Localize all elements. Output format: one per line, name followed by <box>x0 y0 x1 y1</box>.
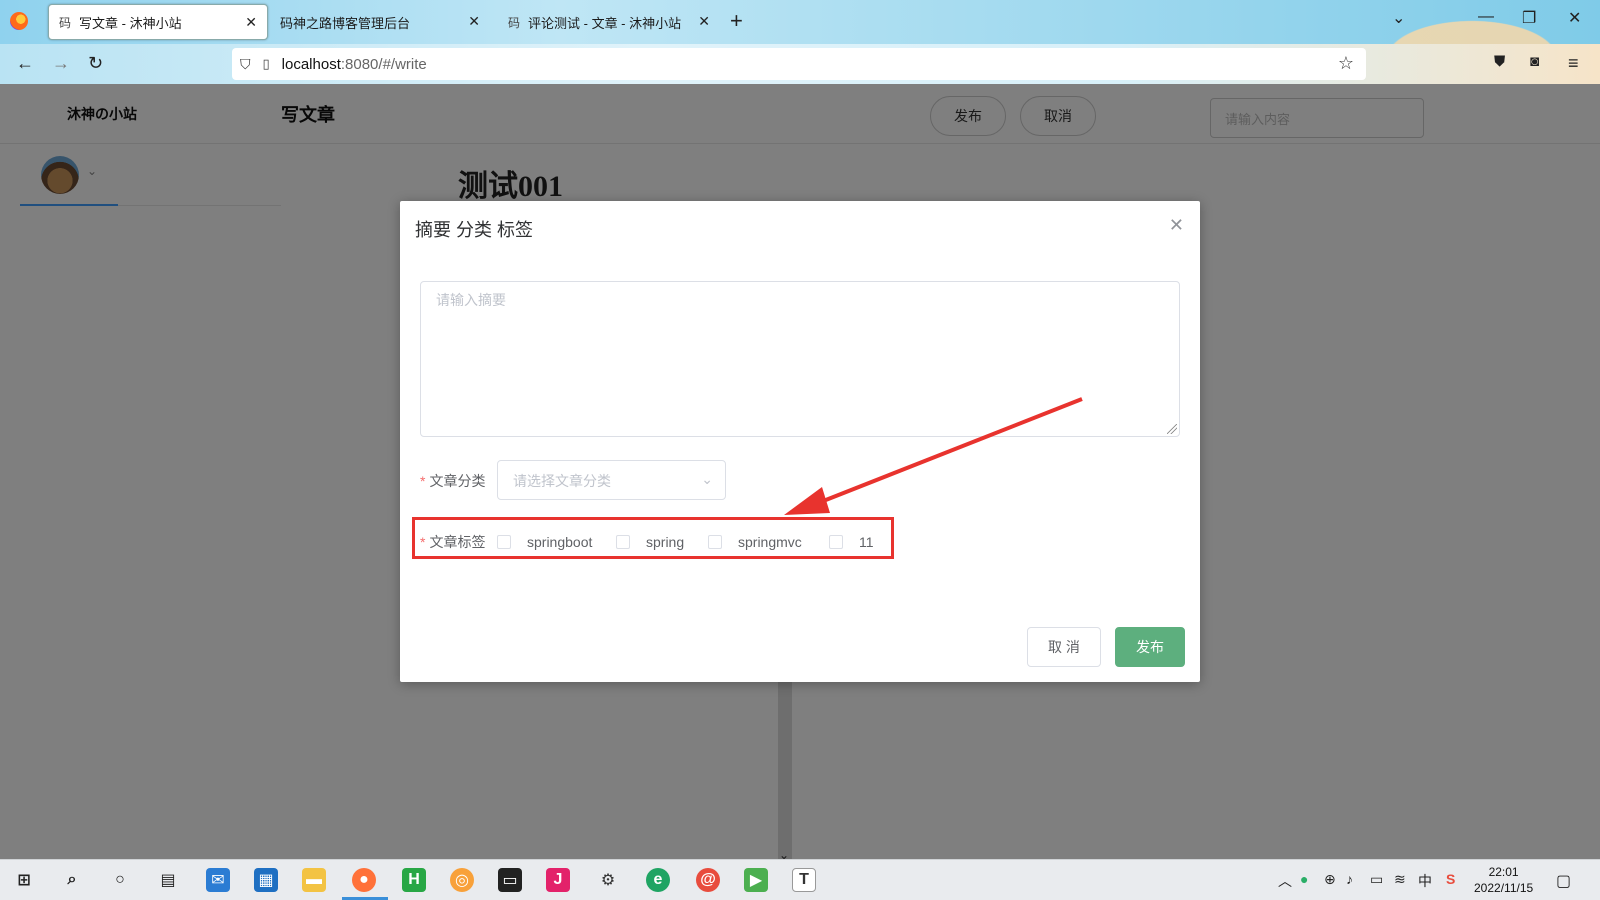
annotation-arrow-icon <box>784 397 1083 515</box>
tag-checkbox-spring[interactable]: spring <box>616 534 684 550</box>
task-view-icon[interactable]: ▤ <box>156 868 180 892</box>
hbuilder-icon[interactable]: H <box>402 868 426 892</box>
close-icon[interactable]: ✕ <box>245 14 257 31</box>
tab-label: 码神之路博客管理后台 <box>280 15 411 31</box>
window-close-icon[interactable]: ✕ <box>1568 8 1581 28</box>
firefox-logo-icon[interactable] <box>10 12 28 30</box>
video-app-icon[interactable]: ▶ <box>744 868 768 892</box>
ime-indicator[interactable]: 中 <box>1418 871 1432 891</box>
tab-favicon-icon: 码 <box>59 15 72 30</box>
terminal-icon[interactable]: ▭ <box>498 868 522 892</box>
intellij-icon[interactable]: J <box>546 868 570 892</box>
tag-label: springboot <box>527 534 593 550</box>
tag-checkbox-springmvc[interactable]: springmvc <box>708 534 802 550</box>
tag-checkbox-springboot[interactable]: springboot <box>497 534 592 550</box>
tag-label: springmvc <box>738 534 802 550</box>
wifi-icon[interactable]: ≋ <box>1394 871 1406 888</box>
tray-chevron-up-icon[interactable]: ︿ <box>1278 871 1292 891</box>
mail-icon[interactable]: ✉ <box>206 868 230 892</box>
forward-arrow-icon[interactable]: → <box>52 53 70 74</box>
arrow-shaft <box>807 397 1083 509</box>
close-icon[interactable]: ✕ <box>698 13 710 30</box>
url-host: localhost <box>281 55 341 73</box>
battery-icon[interactable]: ▭ <box>1370 871 1383 888</box>
restore-icon[interactable]: ❐ <box>1522 8 1536 28</box>
category-select[interactable]: 请选择文章分类 ⌄ <box>497 460 726 500</box>
category-label: * 文章分类 <box>420 471 485 491</box>
menu-hamburger-icon[interactable]: ≡ <box>1568 53 1579 74</box>
minimize-icon[interactable]: — <box>1478 8 1494 26</box>
resize-handle-icon[interactable] <box>1167 424 1177 434</box>
checkbox[interactable] <box>497 535 511 549</box>
checkbox[interactable] <box>708 535 722 549</box>
back-arrow-icon[interactable]: ← <box>16 53 34 74</box>
tags-label: * 文章标签 <box>420 532 485 552</box>
checkbox[interactable] <box>829 535 843 549</box>
required-asterisk: * <box>420 534 426 550</box>
tab-label: 写文章 - 沐神小站 <box>79 15 182 31</box>
tag-checkbox-11[interactable]: 11 <box>829 534 874 550</box>
notification-icon[interactable]: ▢ <box>1556 871 1571 891</box>
browser-nav-bar: ← → ↻ ⛉ ▯ localhost :8080/#/write ☆ ⛊ ◙ … <box>0 44 1600 84</box>
clock-date: 2022/11/15 <box>1474 881 1534 895</box>
arrow-head <box>784 487 830 515</box>
firefox-icon[interactable]: ● <box>352 868 376 892</box>
network-globe-icon[interactable]: ⊕ <box>1324 871 1336 888</box>
required-asterisk: * <box>420 473 426 489</box>
address-bar[interactable]: ⛉ ▯ localhost :8080/#/write ☆ <box>232 48 1366 80</box>
close-icon[interactable]: ✕ <box>1169 215 1184 236</box>
file-explorer-icon[interactable]: ▬ <box>302 868 326 892</box>
tab-admin-backend[interactable]: 码神之路博客管理后台 ✕ <box>270 4 490 40</box>
chrome-icon[interactable]: e <box>646 868 670 892</box>
wechat-icon[interactable]: ● <box>1300 871 1308 887</box>
shield-icon[interactable]: ⛉ <box>240 56 251 73</box>
chevron-down-icon: ⌄ <box>701 471 713 487</box>
tag-label: 11 <box>859 534 874 550</box>
tab-favicon-icon: 码 <box>508 15 521 30</box>
tab-label: 评论测试 - 文章 - 沐神小站 <box>528 15 682 31</box>
tab-comment-test[interactable]: 码 评论测试 - 文章 - 沐神小站 ✕ <box>498 4 720 40</box>
store-icon[interactable]: ▦ <box>254 868 278 892</box>
new-tab-plus-icon[interactable]: + <box>730 8 743 34</box>
volume-icon[interactable]: ♪ <box>1346 871 1353 887</box>
bookmark-star-icon[interactable]: ☆ <box>1338 53 1354 74</box>
tab-write-article[interactable]: 码 写文章 - 沐神小站 ✕ <box>48 4 268 40</box>
category-placeholder: 请选择文章分类 <box>513 473 611 489</box>
reload-icon[interactable]: ↻ <box>88 53 103 74</box>
system-clock[interactable]: 22:01 2022/11/15 <box>1474 864 1533 896</box>
summary-placeholder: 请输入摘要 <box>436 292 506 308</box>
clock-time: 22:01 <box>1488 865 1519 879</box>
windows-start-icon[interactable]: ⊞ <box>12 868 36 892</box>
tab-list-chevron-icon[interactable]: ⌄ <box>1392 8 1405 28</box>
settings-gear-icon[interactable]: ⚙ <box>596 868 620 892</box>
color-picker-icon[interactable]: ◎ <box>450 868 474 892</box>
cortana-icon[interactable]: ○ <box>108 868 132 892</box>
tag-label: spring <box>646 534 685 550</box>
dialog-publish-button[interactable]: 发布 <box>1115 627 1185 667</box>
close-icon[interactable]: ✕ <box>468 13 480 30</box>
typora-icon[interactable]: T <box>792 868 816 892</box>
dialog-cancel-button[interactable]: 取 消 <box>1027 627 1101 667</box>
checkbox[interactable] <box>616 535 630 549</box>
pocket-icon[interactable]: ⛊ <box>1494 53 1505 70</box>
category-label-text: 文章分类 <box>429 473 486 489</box>
windows-taskbar: ⊞ ⌕ ○ ▤ ✉ ▦ ▬ ● H ◎ ▭ J ⚙ e @ ▶ T ︿ ● ⊕ … <box>0 859 1600 900</box>
sogou-icon[interactable]: S <box>1446 871 1455 887</box>
dialog-title: 摘要 分类 标签 <box>415 220 534 240</box>
extension-icon[interactable]: ◙ <box>1530 53 1539 70</box>
url-path: :8080/#/write <box>340 55 427 73</box>
search-icon[interactable]: ⌕ <box>60 868 84 892</box>
tags-label-text: 文章标签 <box>429 534 486 550</box>
browser-tab-bar: 码 写文章 - 沐神小站 ✕ 码神之路博客管理后台 ✕ 码 评论测试 - 文章 … <box>0 0 1600 84</box>
page-info-icon[interactable]: ▯ <box>263 56 270 72</box>
snail-icon[interactable]: @ <box>696 868 720 892</box>
